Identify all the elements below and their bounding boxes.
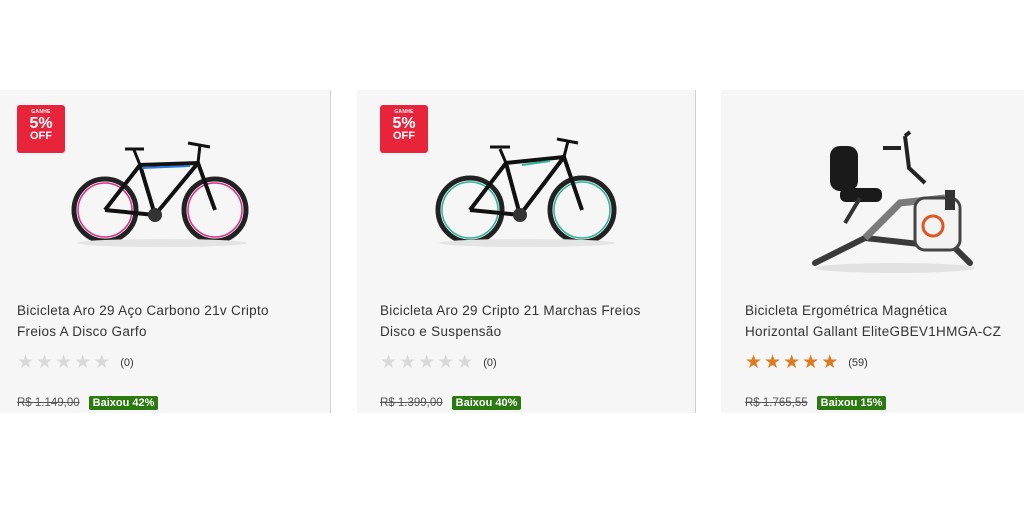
product-title[interactable]: Bicicleta Aro 29 Aço Carbono 21v Cripto …	[17, 300, 269, 342]
product-title-line[interactable]: Horizontal Gallant EliteGBEV1HMGA-CZ	[745, 321, 1001, 342]
card-gap	[696, 90, 721, 413]
star-icon: ★	[93, 352, 111, 373]
badge-off: OFF	[30, 130, 52, 142]
rating-stars: ★ ★ ★ ★ ★ (59)	[745, 353, 868, 372]
product-title-line[interactable]: Bicicleta Aro 29 Cripto 21 Marchas Freio…	[380, 300, 641, 321]
discount-badge: GANHE 5% OFF	[17, 105, 65, 153]
discount-tag: Baixou 42%	[88, 396, 159, 410]
review-count: (0)	[483, 356, 497, 369]
rating-stars: ★ ★ ★ ★ ★ (0)	[380, 353, 497, 372]
star-icon: ★	[437, 352, 455, 373]
mountain-bike-image[interactable]	[432, 135, 622, 250]
old-price: R$ 1.399,00	[380, 397, 443, 409]
recumbent-exercise-bike-image[interactable]	[805, 128, 980, 278]
star-icon: ★	[456, 352, 474, 373]
old-price: R$ 1.149,00	[17, 397, 80, 409]
card-gap	[331, 90, 357, 413]
star-icon: ★	[418, 352, 436, 373]
product-title-line[interactable]: Bicicleta Ergométrica Magnética	[745, 300, 1001, 321]
price-row: R$ 1.765,55 Baixou 15%	[745, 396, 887, 410]
product-title[interactable]: Bicicleta Ergométrica Magnética Horizont…	[745, 300, 1001, 342]
discount-tag: Baixou 15%	[816, 396, 887, 410]
star-icon: ★	[74, 352, 92, 373]
badge-percent: 5%	[29, 115, 53, 132]
star-icon: ★	[17, 352, 35, 373]
rating-stars: ★ ★ ★ ★ ★ (0)	[17, 353, 134, 372]
star-icon: ★	[36, 352, 54, 373]
review-count: (59)	[848, 356, 868, 369]
product-title[interactable]: Bicicleta Aro 29 Cripto 21 Marchas Freio…	[380, 300, 641, 342]
product-title-line[interactable]: Disco e Suspensão	[380, 321, 641, 342]
product-title-line[interactable]: Freios A Disco Garfo	[17, 321, 269, 342]
discount-badge: GANHE 5% OFF	[380, 105, 428, 153]
star-icon: ★	[380, 352, 398, 373]
star-icon: ★	[802, 352, 820, 373]
star-icon: ★	[399, 352, 417, 373]
review-count: (0)	[120, 356, 134, 369]
star-icon: ★	[745, 352, 763, 373]
star-icon: ★	[783, 352, 801, 373]
price-row: R$ 1.399,00 Baixou 40%	[380, 396, 522, 410]
discount-tag: Baixou 40%	[451, 396, 522, 410]
badge-off: OFF	[393, 130, 415, 142]
product-title-line[interactable]: Bicicleta Aro 29 Aço Carbono 21v Cripto	[17, 300, 269, 321]
mountain-bike-image[interactable]	[70, 135, 255, 250]
product-carousel: GANHE 5% OFF Bicicleta Aro 29 Aço Carbon…	[0, 90, 1024, 413]
star-icon: ★	[55, 352, 73, 373]
star-icon: ★	[821, 352, 839, 373]
old-price: R$ 1.765,55	[745, 397, 808, 409]
star-icon: ★	[764, 352, 782, 373]
badge-percent: 5%	[392, 115, 416, 132]
price-row: R$ 1.149,00 Baixou 42%	[17, 396, 159, 410]
